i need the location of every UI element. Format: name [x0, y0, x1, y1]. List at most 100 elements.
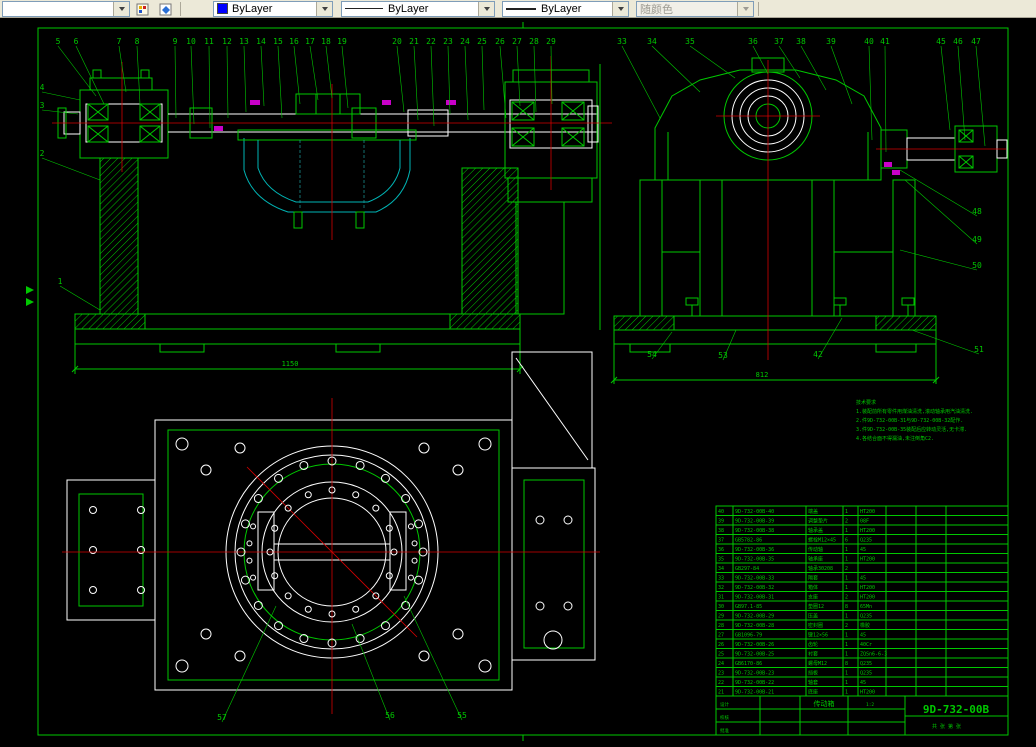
bom-cell: 8 [845, 661, 848, 667]
bom-cell: 9D-732-00B-33 [735, 576, 774, 582]
plotstyle-combo: 随颜色 [636, 1, 754, 17]
linetype-combo-value: ByLayer [388, 3, 478, 15]
callout-number: 27 [512, 37, 522, 46]
bom-cell: HT200 [860, 595, 875, 601]
bolt-hole [275, 622, 283, 630]
callout-number: 14 [256, 37, 266, 46]
color-combo-value: ByLayer [232, 3, 316, 15]
leader-line [869, 46, 872, 140]
leader-line [244, 46, 246, 112]
make-layer-current-icon[interactable] [156, 1, 176, 17]
callout-number: 12 [222, 37, 232, 46]
front-view [52, 56, 612, 374]
callout-number: 50 [972, 261, 982, 270]
leader-line [310, 46, 318, 100]
bom-cell: 衬套 [808, 651, 818, 658]
callout-number: 16 [289, 37, 299, 46]
leader-line [222, 606, 276, 722]
callout-number: 48 [972, 207, 982, 216]
callout-number: 11 [204, 37, 214, 46]
bolt-hole [247, 558, 252, 563]
bolt-hole [373, 505, 379, 511]
technical-notes: 技术要求1.装配前所有零件用煤油清洗,滚动轴承用汽油清洗.2.件9D-732-0… [856, 399, 973, 442]
leader-line [465, 46, 468, 120]
bom-cell: 橡胶 [860, 622, 870, 629]
bom-cell: 36 [718, 547, 724, 553]
callout-number: 34 [647, 37, 657, 46]
approver-label: 批准 [720, 727, 729, 734]
bom-cell: 压盖 [808, 613, 818, 620]
bom-cell: 9D-732-00B-25 [735, 652, 774, 658]
note-line: 2.件9D-732-00B-31与9D-732-00B-32配作. [856, 417, 963, 424]
bom-cell: 31 [718, 595, 724, 601]
lineweight-combo[interactable]: ByLayer [502, 1, 629, 17]
bolt-hole [305, 492, 311, 498]
bom-cell: 9D-732-00B-32 [735, 585, 774, 591]
bom-cell: 1 [845, 509, 848, 515]
bom-cell: 1 [845, 680, 848, 686]
layer-combo[interactable] [2, 1, 130, 17]
linetype-combo[interactable]: ByLayer [341, 1, 495, 17]
bom-cell: 45 [860, 680, 866, 686]
drawing-canvas[interactable]: 409D-732-00B-40端盖1HT200399D-732-00B-39调整… [0, 18, 1036, 747]
bolt-hole [402, 495, 410, 503]
bolt-hole [254, 601, 262, 609]
callout-number: 8 [135, 37, 140, 46]
bolt-hole [251, 575, 256, 580]
leader-line [885, 46, 886, 152]
drawing-number: 9D-732-00B [923, 703, 990, 716]
lineweight-combo-arrow-icon[interactable] [612, 2, 628, 16]
callout-number: 49 [972, 235, 982, 244]
callout-number: 45 [936, 37, 946, 46]
bom-cell: 37 [718, 538, 724, 544]
callout-number: 56 [385, 711, 395, 720]
bolt-hole [251, 524, 256, 529]
bom-cell: 调整垫片 [808, 518, 828, 525]
bom-cell: 1 [845, 585, 848, 591]
note-line: 4.各结合面不得漏油,未注倒角C2. [856, 435, 934, 442]
linetype-combo-arrow-icon[interactable] [478, 2, 494, 16]
bom-cell: HT200 [860, 528, 875, 534]
bolt-hole [285, 593, 291, 599]
callout-number: 19 [337, 37, 347, 46]
callout-number: 17 [305, 37, 315, 46]
leader-line [42, 158, 100, 180]
callout-number: 5 [56, 37, 61, 46]
leader-line [517, 46, 520, 106]
leader-line [779, 46, 800, 78]
callout-number: 39 [826, 37, 836, 46]
bolt-hole [381, 474, 389, 482]
leader-line [482, 46, 484, 110]
bom-cell: 轴承30208 [808, 565, 833, 572]
bom-cell: HT200 [860, 690, 875, 696]
bom-cell: 45 [860, 576, 866, 582]
leader-line [652, 46, 700, 92]
bom-cell: 28 [718, 623, 724, 629]
bom-cell: 1 [845, 547, 848, 553]
bom-cell: HT200 [860, 585, 875, 591]
bom-cell: 9D-732-00B-38 [735, 528, 774, 534]
bolt-hole [408, 575, 413, 580]
bom-cell: 1 [845, 690, 848, 696]
bom-cell: 轴承座 [808, 556, 823, 563]
bom-cell: 6 [845, 538, 848, 544]
leader-line [801, 46, 826, 90]
color-combo-arrow-icon[interactable] [316, 2, 332, 16]
leader-line [622, 46, 660, 118]
callout-number: 23 [443, 37, 453, 46]
leader-line [342, 46, 348, 108]
bom-cell: 箱体 [808, 584, 818, 591]
leader-line [831, 46, 852, 104]
leader-line [690, 46, 735, 78]
layer-combo-arrow-icon[interactable] [113, 2, 129, 16]
color-combo[interactable]: ByLayer [213, 1, 333, 17]
callout-number: 3 [40, 101, 45, 110]
dimension-text: 812 [756, 371, 769, 379]
bom-cell: GB97.1-85 [735, 604, 762, 610]
callout-number: 57 [217, 713, 227, 722]
leader-line [119, 46, 126, 92]
bom-cell: 9D-732-00B-21 [735, 690, 774, 696]
bom-cell: 2 [845, 623, 848, 629]
layer-properties-icon[interactable] [133, 1, 153, 17]
bom-cell: 键12×56 [808, 632, 828, 639]
